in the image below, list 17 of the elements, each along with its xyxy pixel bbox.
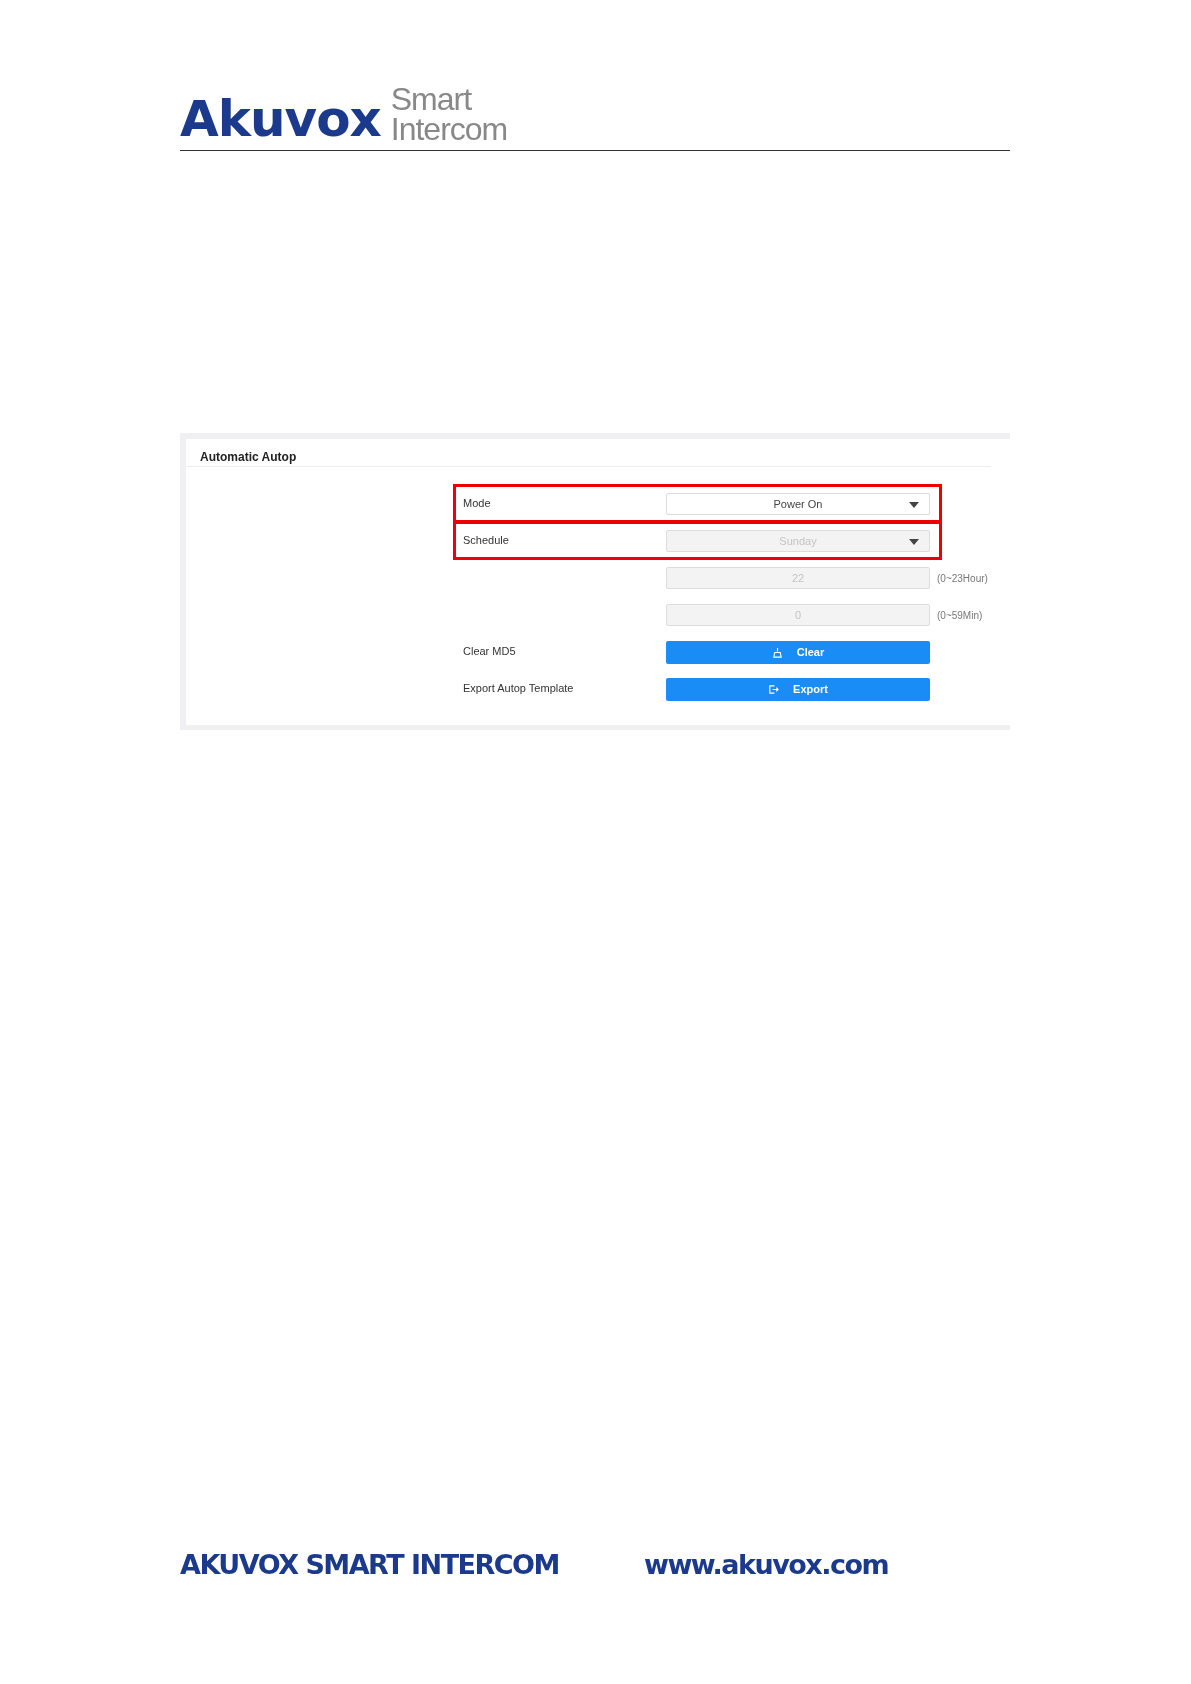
field-label: Schedule bbox=[463, 533, 510, 546]
dropdown[interactable]: Power On bbox=[666, 493, 930, 515]
broom-icon bbox=[771, 646, 783, 658]
footer-company: AKUVOX SMART INTERCOM bbox=[180, 1549, 559, 1580]
field-label: Clear MD5 bbox=[463, 644, 517, 657]
logo-tagline: Smart bbox=[390, 84, 473, 114]
field-label: Mode bbox=[463, 496, 492, 509]
panel-title: Automatic Autop bbox=[186, 439, 991, 467]
field-label: Export Autop Template bbox=[463, 681, 575, 694]
caret-icon bbox=[909, 502, 919, 508]
logo-wordmark: Akuvox bbox=[180, 94, 381, 144]
caret-icon bbox=[909, 539, 919, 545]
export-icon bbox=[768, 683, 780, 695]
unit-hint: (0~23Hour) bbox=[937, 572, 988, 584]
footer-website[interactable]: www.akuvox.com bbox=[643, 1549, 889, 1580]
unit-hint: (0~59Min) bbox=[937, 609, 983, 621]
logo-tagline: Intercom bbox=[390, 114, 508, 144]
